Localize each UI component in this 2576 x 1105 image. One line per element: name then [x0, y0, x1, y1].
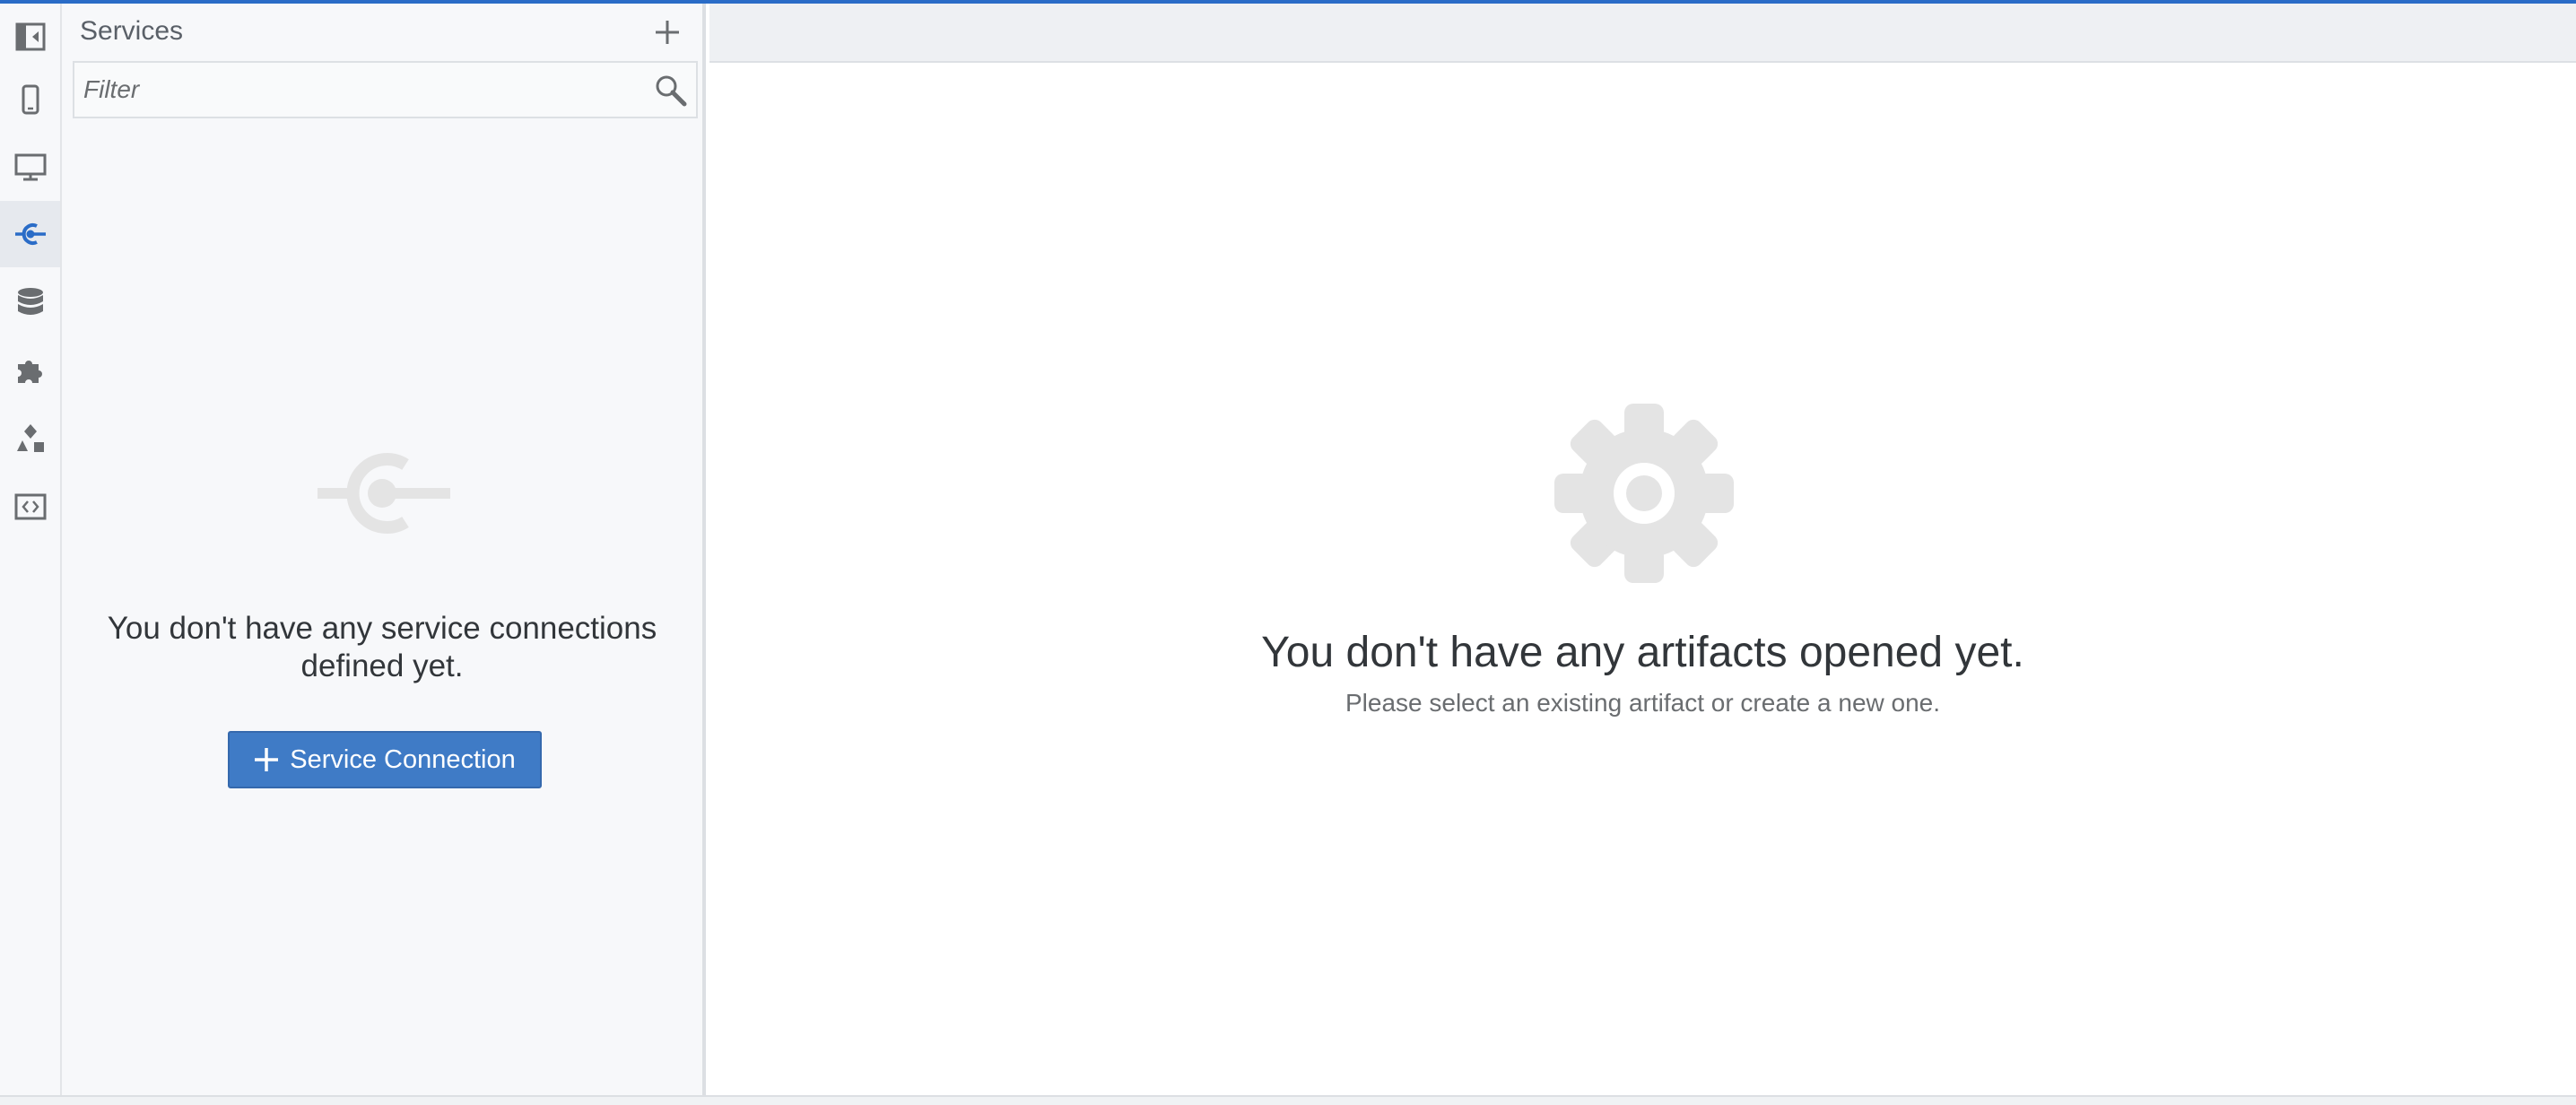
filter-input[interactable]	[74, 63, 631, 117]
shapes-icon	[16, 424, 44, 452]
gear-icon	[1554, 404, 1734, 587]
collapse-panel-icon	[15, 22, 45, 51]
status-bar	[0, 1095, 2576, 1105]
services-panel: Services You don't have any service conn…	[62, 4, 706, 1095]
editor-tab-strip	[709, 4, 2576, 63]
sidebar-toggle-button[interactable]	[0, 4, 60, 70]
empty-editor-title: You don't have any artifacts opened yet.	[1261, 629, 2024, 676]
empty-services-message: You don't have any service connections d…	[107, 611, 657, 683]
plus-icon	[656, 21, 679, 44]
activity-item-mobile[interactable]	[0, 66, 60, 133]
service-connection-icon	[14, 223, 46, 245]
add-service-connection-label: Service Connection	[290, 744, 516, 774]
activity-item-database[interactable]	[0, 269, 60, 335]
panel-title: Services	[80, 16, 184, 46]
activity-item-services[interactable]	[0, 201, 60, 267]
empty-editor-subtitle: Please select an existing artifact or cr…	[1345, 689, 1941, 717]
service-connection-placeholder-icon	[318, 447, 450, 544]
activity-bar	[0, 4, 62, 1095]
mobile-phone-icon	[22, 84, 39, 115]
code-icon	[14, 493, 46, 520]
activity-item-shapes[interactable]	[0, 405, 60, 472]
add-service-connection-button[interactable]: Service Connection	[228, 731, 542, 788]
puzzle-piece-icon	[17, 361, 42, 383]
search-icon	[656, 75, 687, 107]
add-service-button[interactable]	[651, 16, 683, 48]
filter-box	[73, 61, 698, 118]
plus-icon	[255, 748, 279, 771]
panel-header: Services	[62, 4, 702, 61]
desktop-monitor-icon	[14, 153, 46, 181]
activity-item-desktop[interactable]	[0, 134, 60, 200]
activity-item-code[interactable]	[0, 474, 60, 540]
search-button[interactable]	[654, 74, 688, 108]
activity-item-extensions[interactable]	[0, 337, 60, 404]
database-icon	[17, 288, 43, 315]
